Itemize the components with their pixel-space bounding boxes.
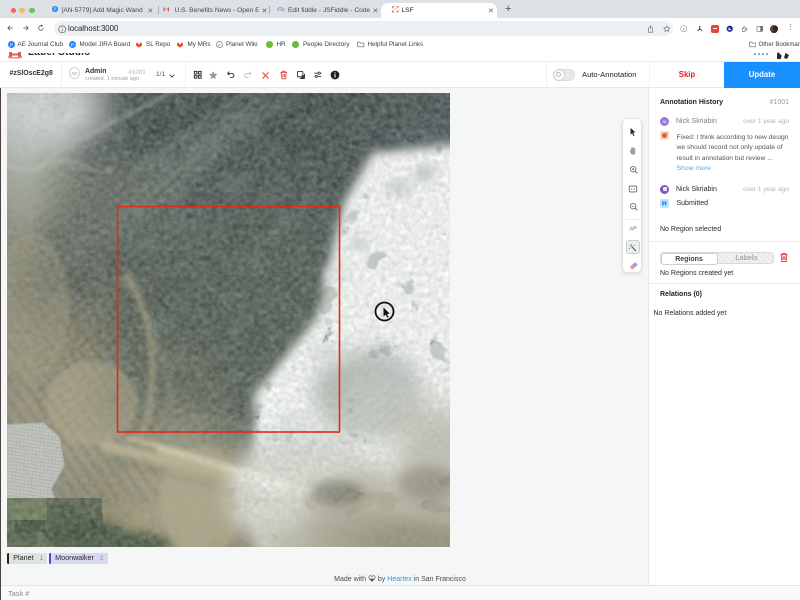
svg-text:p: p (683, 27, 685, 31)
svg-text:P: P (53, 7, 56, 12)
svg-text:P: P (9, 42, 12, 48)
svg-text:p: p (218, 43, 220, 47)
svg-text:P: P (70, 42, 73, 48)
